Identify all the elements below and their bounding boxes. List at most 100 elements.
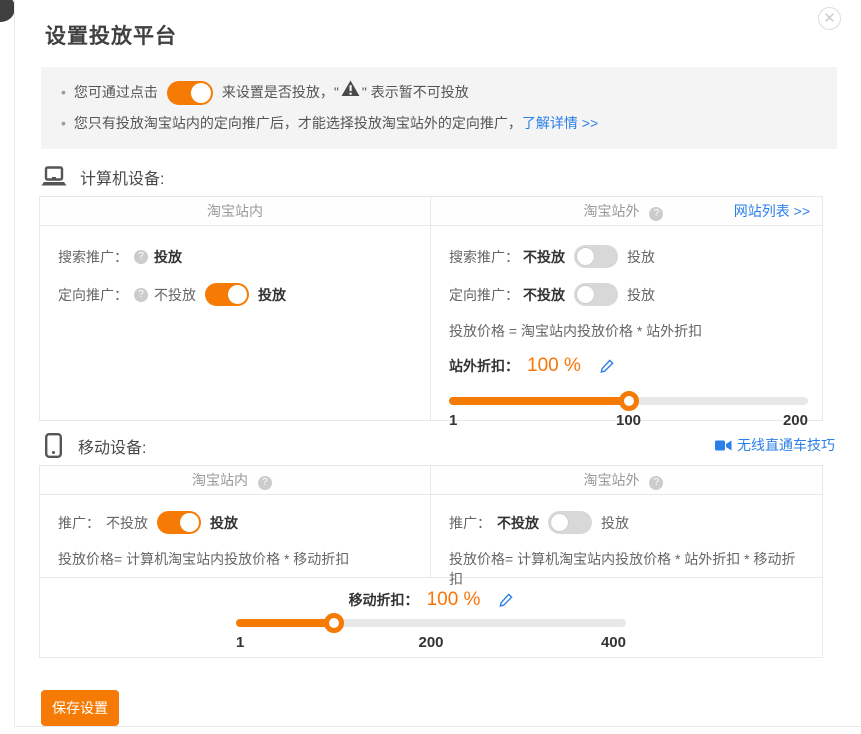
search-promo-row: 搜索推广： 不投放 投放	[449, 245, 808, 268]
mobile-slider-scale: 1 200 400	[236, 634, 626, 652]
search-off-label: 不投放	[523, 247, 565, 267]
toggle-knob	[550, 513, 569, 532]
background-avatar-dot	[0, 0, 15, 22]
promo-label: 推广：	[58, 513, 100, 533]
target-off-label: 不投放	[523, 285, 565, 305]
search-promo-state: 投放	[154, 247, 182, 267]
target-promo-row: 定向推广： 不投放 投放	[449, 283, 808, 306]
mobile-onsite-formula: 投放价格= 计算机淘宝站内投放价格 * 移动折扣	[58, 549, 416, 569]
promo-on-label: 投放	[601, 513, 629, 533]
computer-onsite-target-toggle[interactable]	[205, 283, 249, 306]
mobile-onsite-cell: 推广： 不投放 投放 投放价格= 计算机淘宝站内投放价格 * 移动折扣	[40, 495, 431, 577]
computer-table-header: 淘宝站内 淘宝站外 ? 网站列表 >>	[40, 197, 822, 226]
computer-offsite-cell: 搜索推广： 不投放 投放 定向推广： 不投放 投放 投放价格 = 淘宝站内投放价…	[431, 226, 822, 420]
close-icon[interactable]: ✕	[818, 7, 841, 30]
computer-section-title: 计算机设备:	[41, 165, 861, 189]
mobile-section-head-row: 移动设备: 无线直通车技巧	[15, 433, 861, 458]
help-icon[interactable]: ?	[134, 288, 148, 302]
promo-off-label: 不投放	[497, 513, 539, 533]
offsite-discount-line: 站外折扣： 100 %	[449, 353, 808, 379]
scale-max: 400	[601, 634, 626, 651]
notice-1-end: " 表示暂不可投放	[362, 79, 469, 106]
demo-toggle[interactable]	[167, 81, 213, 105]
computer-offsite-search-toggle[interactable]	[574, 245, 618, 268]
notice-line-1: • 您可通过点击 来设置是否投放，" " 表示暂不可投放	[55, 79, 823, 106]
help-icon[interactable]: ?	[258, 476, 272, 490]
mobile-discount-value: 100 %	[427, 589, 481, 611]
target-on-label: 投放	[627, 285, 655, 305]
help-icon[interactable]: ?	[649, 476, 663, 490]
notice-line-2: • 您只有投放淘宝站内的定向推广后，才能选择投放淘宝站外的定向推广， 了解详情 …	[55, 110, 823, 137]
phone-icon	[45, 433, 62, 458]
pencil-icon	[498, 593, 513, 608]
header-taobao-offsite: 淘宝站外 ?	[431, 466, 822, 494]
promo-on-label: 投放	[210, 513, 238, 533]
mobile-table: 淘宝站内 ? 淘宝站外 ? 推广： 不投放 投放 投放价格= 计算机淘宝站内投	[39, 465, 823, 658]
search-on-label: 投放	[627, 247, 655, 267]
computer-onsite-cell: 搜索推广： ? 投放 定向推广： ? 不投放 投放	[40, 226, 431, 420]
target-on-label: 投放	[258, 285, 286, 305]
target-promo-label: 定向推广：	[58, 285, 128, 305]
slider-fill	[449, 397, 629, 405]
computer-table: 淘宝站内 淘宝站外 ? 网站列表 >> 搜索推广： ? 投放 定向推广：	[39, 196, 823, 421]
promo-row: 推广： 不投放 投放	[449, 511, 808, 534]
computer-offsite-target-toggle[interactable]	[574, 283, 618, 306]
scale-min: 1	[236, 634, 244, 651]
edit-offsite-discount-button[interactable]	[599, 359, 614, 374]
toggle-knob	[228, 285, 247, 304]
header-taobao-onsite: 淘宝站内	[40, 197, 431, 225]
target-promo-row: 定向推广： ? 不投放 投放	[58, 283, 416, 306]
help-icon[interactable]: ?	[649, 207, 663, 221]
scale-min: 1	[449, 412, 457, 429]
mobile-discount-slider[interactable]	[236, 619, 626, 627]
page: ✕ 设置投放平台 • 您可通过点击 来设置是否投放，" " 表示暂不可投放 • …	[0, 0, 861, 734]
offsite-discount-slider[interactable]	[449, 397, 808, 405]
toggle-knob	[191, 83, 211, 103]
search-promo-label: 搜索推广：	[449, 247, 519, 267]
learn-more-link[interactable]: 了解详情 >>	[522, 110, 598, 137]
notice-1-mid: 来设置是否投放，"	[222, 79, 339, 106]
header-taobao-onsite: 淘宝站内 ?	[40, 466, 431, 494]
notice-box: • 您可通过点击 来设置是否投放，" " 表示暂不可投放 • 您只有投放淘宝站内…	[41, 67, 837, 149]
set-platform-dialog: ✕ 设置投放平台 • 您可通过点击 来设置是否投放，" " 表示暂不可投放 • …	[14, 0, 861, 727]
mobile-onsite-promo-toggle[interactable]	[157, 511, 201, 534]
target-off-label: 不投放	[154, 285, 196, 305]
promo-off-label: 不投放	[106, 513, 148, 533]
promo-row: 推广： 不投放 投放	[58, 511, 416, 534]
bullet-icon: •	[61, 79, 66, 106]
toggle-knob	[576, 247, 595, 266]
offsite-discount-value: 100 %	[527, 355, 581, 377]
target-promo-label: 定向推广：	[449, 285, 519, 305]
slider-handle[interactable]	[619, 391, 639, 411]
video-icon	[715, 440, 732, 451]
notice-1-pre: 您可通过点击	[74, 79, 158, 106]
notice-2-text: 您只有投放淘宝站内的定向推广后，才能选择投放淘宝站外的定向推广，	[74, 110, 522, 137]
scale-max: 200	[783, 412, 808, 429]
mobile-offsite-cell: 推广： 不投放 投放 投放价格= 计算机淘宝站内投放价格 * 站外折扣 * 移动…	[431, 495, 822, 577]
slider-handle[interactable]	[324, 613, 344, 633]
mobile-table-header: 淘宝站内 ? 淘宝站外 ?	[40, 466, 822, 495]
scale-mid: 100	[616, 412, 641, 429]
bullet-icon: •	[61, 110, 66, 137]
mobile-offsite-promo-toggle[interactable]	[548, 511, 592, 534]
wireless-tips-link[interactable]: 无线直通车技巧	[715, 435, 835, 455]
mobile-section-label: 移动设备:	[78, 434, 146, 458]
warning-triangle-icon	[341, 79, 360, 106]
pencil-icon	[599, 359, 614, 374]
search-promo-label: 搜索推广：	[58, 247, 128, 267]
edit-mobile-discount-button[interactable]	[498, 593, 513, 608]
website-list-link[interactable]: 网站列表 >>	[734, 197, 810, 225]
offsite-price-formula: 投放价格 = 淘宝站内投放价格 * 站外折扣	[449, 321, 808, 341]
mobile-discount-line: 移动折扣： 100 %	[236, 587, 626, 613]
save-settings-button[interactable]: 保存设置	[41, 690, 119, 726]
computer-section-label: 计算机设备:	[80, 165, 164, 189]
header-taobao-offsite: 淘宝站外 ? 网站列表 >>	[431, 197, 822, 225]
offsite-discount-label: 站外折扣：	[449, 356, 519, 376]
mobile-discount-label: 移动折扣：	[349, 590, 419, 610]
slider-fill	[236, 619, 334, 627]
offsite-slider-scale: 1 100 200	[449, 412, 808, 430]
search-promo-row: 搜索推广： ? 投放	[58, 245, 416, 268]
help-icon[interactable]: ?	[134, 250, 148, 264]
mobile-discount-row: 移动折扣： 100 % 1 200 400	[40, 577, 822, 657]
toggle-knob	[576, 285, 595, 304]
